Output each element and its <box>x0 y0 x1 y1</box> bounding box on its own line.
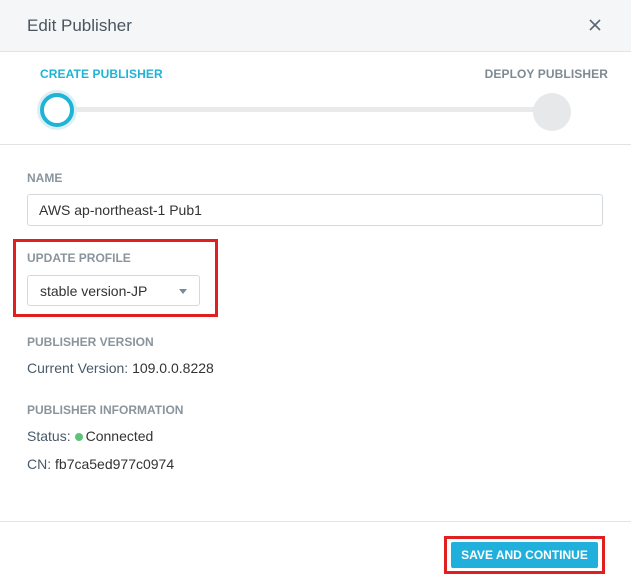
update-profile-select[interactable]: stable version-JP <box>27 275 200 306</box>
status-dot-icon <box>74 432 83 441</box>
update-profile-selected-value: stable version-JP <box>40 283 148 299</box>
cn-key: CN: <box>27 456 52 472</box>
current-version-row: Current Version: 109.0.0.8228 <box>27 360 214 376</box>
current-version-value: 109.0.0.8228 <box>132 360 214 376</box>
current-version-key: Current Version: <box>27 360 129 376</box>
status-row: Status: Connected <box>27 428 153 444</box>
status-value: Connected <box>85 428 154 444</box>
stepper-track <box>58 107 552 112</box>
footer-divider <box>0 521 631 522</box>
cn-value: fb7ca5ed977c0974 <box>55 456 175 472</box>
step-deploy-publisher: DEPLOY PUBLISHER <box>484 67 608 81</box>
step-active-marker <box>40 93 74 127</box>
cn-row: CN: fb7ca5ed977c0974 <box>27 456 174 472</box>
step-create-publisher: CREATE PUBLISHER <box>40 67 163 81</box>
dialog-header: Edit Publisher <box>0 0 631 52</box>
publisher-version-label: PUBLISHER VERSION <box>27 335 154 349</box>
dialog-title: Edit Publisher <box>27 16 132 35</box>
close-icon[interactable] <box>585 14 605 36</box>
step-inactive-marker <box>533 93 571 131</box>
name-label: NAME <box>27 171 63 185</box>
save-and-continue-button[interactable]: SAVE AND CONTINUE <box>451 542 598 568</box>
update-profile-label: UPDATE PROFILE <box>27 251 131 265</box>
publisher-information-label: PUBLISHER INFORMATION <box>27 403 184 417</box>
name-input[interactable] <box>27 194 603 226</box>
status-key: Status: <box>27 428 71 444</box>
chevron-down-icon <box>179 289 187 294</box>
progress-stepper: CREATE PUBLISHER DEPLOY PUBLISHER <box>0 53 631 145</box>
